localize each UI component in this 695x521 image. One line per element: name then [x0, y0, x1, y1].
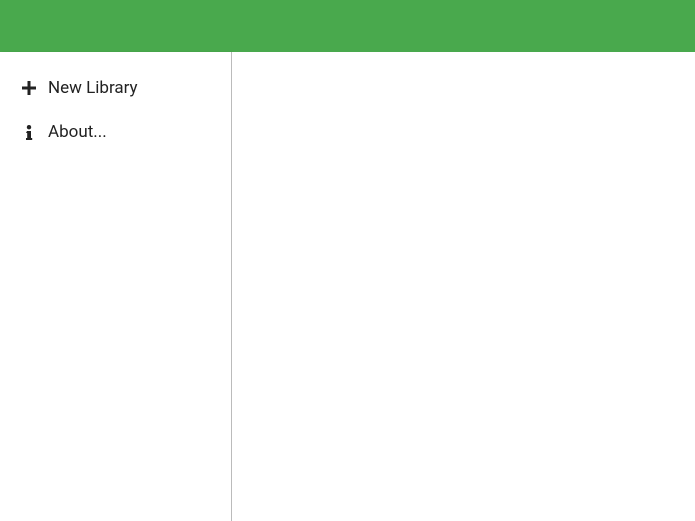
sidebar-item-label: About... [48, 122, 107, 142]
info-icon [20, 125, 38, 141]
sidebar-item-about[interactable]: About... [0, 110, 231, 154]
sidebar: New Library About... [0, 52, 232, 521]
sidebar-item-new-library[interactable]: New Library [0, 66, 231, 110]
app-body: New Library About... [0, 52, 695, 521]
top-bar [0, 0, 695, 52]
sidebar-item-label: New Library [48, 78, 138, 98]
plus-icon [20, 81, 38, 95]
main-area [232, 52, 695, 521]
